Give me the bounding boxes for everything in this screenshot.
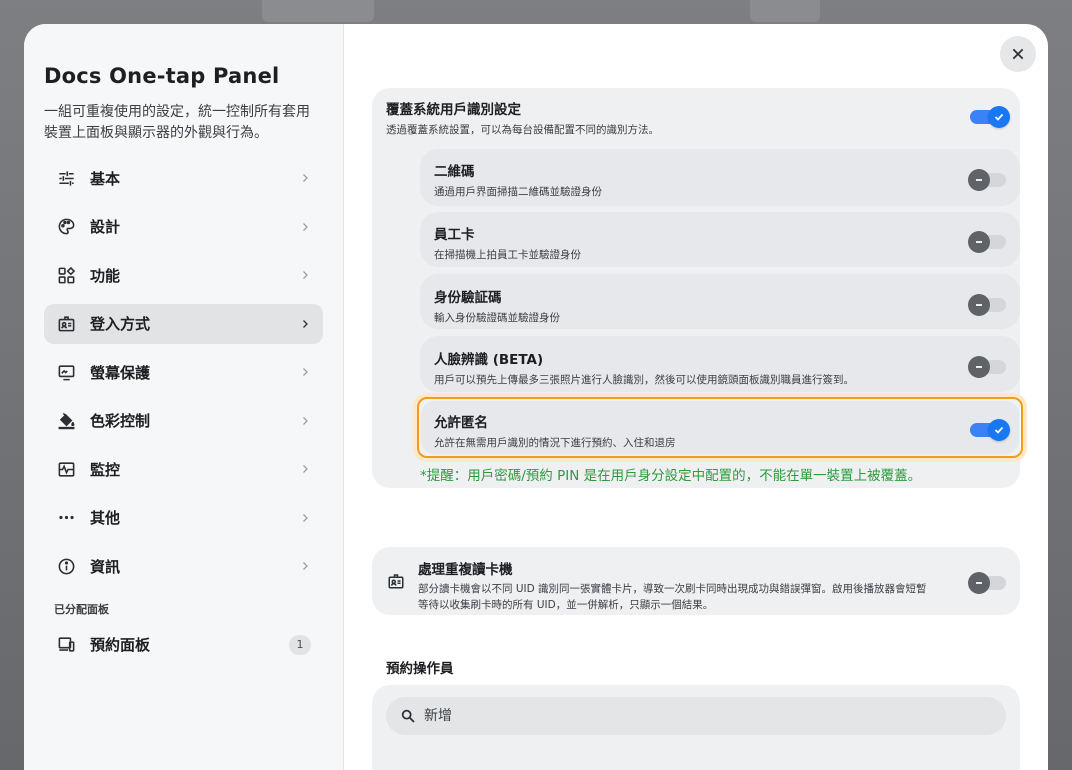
sidebar-item-label: 螢幕保護: [90, 363, 151, 382]
sidebar-item-label: 登入方式: [90, 315, 151, 333]
minus-icon: [968, 231, 990, 253]
sidebar-item-color-control[interactable]: 色彩控制: [44, 401, 323, 441]
override-row: 覆蓋系統用戶識別設定 透過覆蓋系統設置，可以為每台設備配置不同的識別方法。: [386, 98, 659, 137]
sidebar-item-label: 監控: [90, 460, 121, 479]
method-title: 身份驗証碼: [434, 290, 502, 306]
sidebar-item-login-methods[interactable]: 登入方式: [44, 303, 323, 344]
check-icon: [988, 106, 1010, 128]
method-desc: 允許在無需用戶識別的情況下進行預約、入住和退房: [434, 437, 676, 449]
method-text: 二維碼 通過用戶界面掃描二維碼並驗證身份: [434, 160, 602, 199]
sidebar-item-booking-panel[interactable]: 預約面板 1: [44, 625, 323, 665]
sidebar-item-label: 色彩控制: [90, 412, 151, 430]
sliders-icon: [56, 168, 76, 188]
method-desc: 通過用戶界面掃描二維碼並驗證身份: [434, 186, 602, 198]
sidebar-item-screensaver[interactable]: 螢幕保護: [44, 352, 323, 392]
panel-title: Docs One-tap Panel: [44, 64, 280, 88]
monitor-heartbeat-icon: [56, 459, 76, 479]
sidebar-item-design[interactable]: 設計: [44, 207, 323, 247]
duplicate-reader-title: 處理重複讀卡機: [418, 562, 513, 578]
more-horiz-icon: [56, 508, 76, 528]
id-code-toggle[interactable]: [968, 294, 1006, 316]
method-desc: 用戶可以預先上傳最多三張照片進行人臉識別，然後可以使用鏡頭面板識別職員進行簽到。: [434, 374, 854, 386]
sidebar-item-label: 功能: [90, 266, 121, 285]
duplicate-reader-desc-line1: 部分讀卡機會以不同 UID 識別同一張實體卡片，導致一次刷卡同時出現成功與錯誤彈…: [418, 583, 927, 595]
search-icon: [401, 709, 415, 723]
method-text: 身份驗証碼 輸入身份驗證碼並驗證身份: [434, 286, 560, 325]
chevron-right-icon: [303, 416, 308, 425]
face-recognition-toggle[interactable]: [968, 356, 1006, 378]
screensaver-icon: [56, 362, 76, 382]
duplicate-reader-desc-line2: 等待以收集刷卡時的所有 UID，並一併解析，只顯示一個結果。: [418, 599, 714, 611]
duplicate-reader-text: 處理重複讀卡機 部分讀卡機會以不同 UID 識別同一張實體卡片，導致一次刷卡同時…: [418, 558, 927, 612]
chevron-right-icon: [303, 271, 308, 279]
assigned-panels-heading: 已分配面板: [54, 602, 109, 616]
paint-bucket-icon: [56, 411, 76, 431]
id-badge-icon: [56, 314, 76, 334]
chevron-right-icon: [303, 319, 308, 328]
chevron-right-icon: [303, 562, 308, 570]
sidebar-item-label: 資訊: [90, 557, 121, 576]
method-desc: 在掃描機上拍員工卡並驗證身份: [434, 249, 581, 261]
minus-icon: [968, 294, 990, 316]
backdrop-bar: [262, 0, 374, 22]
palette-icon: [56, 217, 76, 237]
reminder-note: *提醒：用戶密碼/預約 PIN 是在用戶身分設定中配置的，不能在單一裝置上被覆蓋…: [420, 468, 922, 484]
booking-operators-heading: 預約操作員: [386, 661, 454, 677]
panel-description: 一組可重複使用的設定，統一控制所有套用裝置上面板與顯示器的外觀與行為。: [44, 104, 310, 141]
method-title: 人臉辨識 (BETA): [434, 352, 544, 368]
close-button[interactable]: [1000, 36, 1036, 72]
sidebar-item-info[interactable]: 資訊: [44, 546, 323, 586]
sidebar-item-features[interactable]: 功能: [44, 255, 323, 295]
sidebar: Docs One-tap Panel 一組可重複使用的設定，統一控制所有套用裝置…: [24, 24, 344, 770]
sidebar-item-monitoring[interactable]: 監控: [44, 449, 323, 489]
check-icon: [988, 419, 1010, 441]
close-icon: [1012, 48, 1024, 60]
duplicate-reader-toggle[interactable]: [968, 572, 1006, 594]
employee-card-toggle[interactable]: [968, 231, 1006, 253]
info-icon: [56, 556, 76, 576]
devices-icon: [56, 635, 76, 655]
minus-icon: [968, 169, 990, 191]
method-text: 員工卡 在掃描機上拍員工卡並驗證身份: [434, 223, 581, 262]
override-desc: 透過覆蓋系統設置，可以為每台設備配置不同的識別方法。: [386, 124, 659, 136]
minus-icon: [968, 356, 990, 378]
sidebar-item-label: 基本: [90, 169, 121, 188]
method-title: 二維碼: [434, 164, 475, 180]
qr-code-toggle[interactable]: [968, 169, 1006, 191]
backdrop-bar: [750, 0, 820, 22]
chevron-right-icon: [303, 222, 308, 231]
minus-icon: [968, 572, 990, 594]
sidebar-item-basic[interactable]: 基本: [44, 158, 323, 198]
operator-search-input[interactable]: [424, 708, 924, 724]
sidebar-item-label: 其他: [90, 509, 121, 527]
sidebar-item-label: 預約面板: [90, 636, 151, 654]
override-toggle[interactable]: [970, 106, 1010, 128]
chevron-right-icon: [303, 368, 308, 376]
allow-anonymous-toggle[interactable]: [970, 419, 1010, 441]
chevron-right-icon: [303, 513, 308, 522]
chevron-right-icon: [303, 174, 308, 182]
sidebar-nav: 基本 設計 功能 登入方式 螢幕保護 色彩控制 監控 其他 資訊 已分配面板 預…: [44, 158, 323, 665]
sidebar-item-label: 設計: [90, 218, 121, 236]
id-badge-icon: [387, 572, 405, 590]
operator-search: [386, 697, 1006, 735]
settings-modal: Docs One-tap Panel 一組可重複使用的設定，統一控制所有套用裝置…: [24, 24, 1048, 770]
method-text: 人臉辨識 (BETA) 用戶可以預先上傳最多三張照片進行人臉識別，然後可以使用鏡…: [434, 348, 854, 387]
method-title: 員工卡: [434, 227, 475, 243]
method-text: 允許匿名 允許在無需用戶識別的情況下進行預約、入住和退房: [434, 411, 676, 450]
sidebar-item-other[interactable]: 其他: [44, 498, 323, 538]
chevron-right-icon: [303, 465, 308, 473]
count-badge: 1: [289, 634, 311, 655]
widgets-icon: [56, 265, 76, 285]
method-desc: 輸入身份驗證碼並驗證身份: [434, 312, 560, 324]
override-title: 覆蓋系統用戶識別設定: [386, 102, 521, 118]
main-content: 覆蓋系統用戶識別設定 透過覆蓋系統設置，可以為每台設備配置不同的識別方法。 二維…: [344, 24, 1048, 770]
method-title: 允許匿名: [434, 415, 488, 431]
